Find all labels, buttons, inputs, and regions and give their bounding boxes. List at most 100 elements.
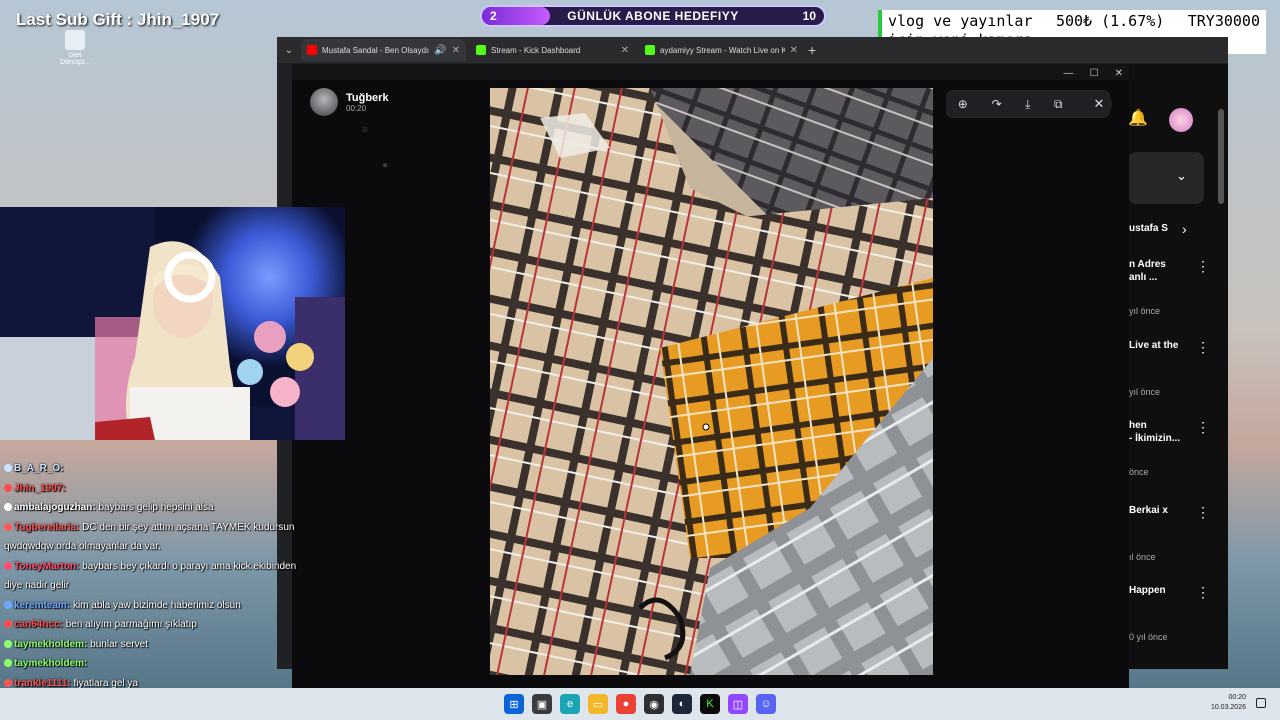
user-badge-icon <box>4 620 12 629</box>
chrome-icon[interactable]: ● <box>616 694 636 714</box>
tab-kick-stream[interactable]: aydamiyy Stream - Watch Live on Kick ✕ <box>639 39 804 61</box>
tab-kick-dashboard[interactable]: Stream - Kick Dashboard ✕ <box>470 39 635 61</box>
recycle-bin-icon[interactable]: Geri Dönüşü... <box>58 30 92 66</box>
chat-message: Jhin_1907: <box>4 479 304 499</box>
user-badge-icon <box>4 522 12 531</box>
tab-youtube[interactable]: Mustafa Sandal - Ben Olsaydım 🔊 ✕ <box>301 39 466 61</box>
collapse-panel[interactable]: ⌄ <box>1128 152 1204 204</box>
kick-icon <box>476 45 486 55</box>
author-name: Tuğberk <box>346 91 389 104</box>
minimize-icon[interactable]: — <box>1064 68 1074 79</box>
twitch-icon[interactable]: ◫ <box>728 694 748 714</box>
user-badge-icon <box>4 483 12 492</box>
close-tab-icon[interactable]: ✕ <box>790 45 798 56</box>
chat-message: B_A_R_O: <box>4 459 304 479</box>
more-icon[interactable]: ⋮ <box>1196 584 1210 601</box>
chat-text: ben alıyım parmağımı şıklatıp <box>65 619 197 630</box>
user-badge-icon <box>4 639 12 648</box>
webcam-feed <box>0 207 345 440</box>
avatar <box>310 88 338 116</box>
chat-username[interactable]: Jhin_1907: <box>14 483 66 494</box>
shirts-photo <box>490 88 933 675</box>
channel-list-ghost: ≡ <box>362 125 368 136</box>
last-sub-gift-label: Last Sub Gift : Jhin_1907 <box>16 10 220 29</box>
video-title[interactable]: Happen <box>1129 584 1166 597</box>
chat-username[interactable]: can64ncc: <box>14 619 63 630</box>
tab-label: Mustafa Sandal - Ben Olsaydım <box>322 45 430 55</box>
more-icon[interactable]: ⋮ <box>1196 258 1210 275</box>
speaker-icon[interactable]: 🔊 <box>434 45 446 56</box>
discord-icon[interactable]: ☺ <box>756 694 776 714</box>
forward-icon[interactable]: ↷ <box>991 97 1001 111</box>
chat-username[interactable]: taymekholdem: <box>14 639 87 650</box>
chat-username[interactable]: ToneyMarton: <box>14 561 79 572</box>
chat-username[interactable]: keremteam: <box>14 600 70 611</box>
webcam-image <box>0 207 345 440</box>
chat-message: taymekholdem: bunlar servet <box>4 635 304 655</box>
playlist-title[interactable]: ustafa S <box>1129 222 1168 235</box>
clock-date: 10.03.2026 <box>1210 704 1246 711</box>
desktop-icon-label: Geri Dönüşü... <box>60 52 90 66</box>
tab-search-icon[interactable]: ⌄ <box>281 45 297 56</box>
system-clock[interactable]: 00:20 10.03.2026 <box>1211 693 1246 713</box>
kick-icon <box>645 45 655 55</box>
user-badge-icon <box>4 561 12 570</box>
video-title[interactable]: Live at the <box>1129 339 1178 352</box>
chat-username[interactable]: B_A_R_O: <box>14 463 63 474</box>
chat-username[interactable]: Tugbereilaria: <box>14 522 79 533</box>
author-time: 00:20 <box>346 103 367 113</box>
windows-start-icon[interactable]: ⊞ <box>504 694 524 714</box>
video-age: ıl önce <box>1129 552 1156 562</box>
task-view-icon[interactable]: ▣ <box>532 694 552 714</box>
video-title[interactable]: hen - İkimizin... <box>1129 419 1180 445</box>
user-badge-icon <box>4 600 12 609</box>
image-author: Tuğberk 00:20 <box>310 88 389 116</box>
notification-icon[interactable] <box>1256 698 1266 708</box>
new-tab-button[interactable]: + <box>808 42 816 58</box>
chat-text: baybars gelip hepsini alsa <box>98 502 214 513</box>
donation-goal-name: vlog ve yayınlar <box>888 12 1033 30</box>
more-icon[interactable]: ⋮ <box>1196 504 1210 521</box>
open-external-icon[interactable]: ⧉ <box>1054 97 1063 112</box>
download-icon[interactable]: ⤓ <box>1025 97 1030 112</box>
edge-icon[interactable]: e <box>560 694 580 714</box>
user-badge-icon <box>4 678 12 687</box>
goal-target: 10 <box>802 9 816 23</box>
chat-message: ToneyMarton: baybars bey çıkardı o paray… <box>4 557 304 596</box>
tab-label: Stream - Kick Dashboard <box>491 45 581 55</box>
user-badge-icon <box>4 464 12 473</box>
chevron-right-icon[interactable]: › <box>1182 221 1187 237</box>
bell-icon[interactable]: 🔔 <box>1128 108 1148 128</box>
maximize-icon[interactable]: ☐ <box>1090 68 1099 79</box>
steam-icon[interactable]: ◐ <box>672 694 692 714</box>
close-viewer-icon[interactable]: ✕ <box>1086 91 1112 117</box>
chat-text: bunlar servet <box>90 638 148 650</box>
user-badge-icon <box>4 503 12 512</box>
file-explorer-icon[interactable]: ▭ <box>588 694 608 714</box>
close-tab-icon[interactable]: ✕ <box>621 45 629 56</box>
video-age: 0 yıl önce <box>1129 632 1168 642</box>
discord-window: — ☐ ✕ ≡ ● Tuğberk 00:20 ⊕ ↷ ⤓ ⧉ ✕ <box>292 64 1129 688</box>
zoom-icon[interactable]: ⊕ <box>958 97 968 111</box>
stream-chat-overlay: B_A_R_O: Jhin_1907: ambalajoguzhan: bayb… <box>4 459 304 713</box>
scrollbar[interactable] <box>1218 109 1224 204</box>
chat-username[interactable]: ambalajoguzhan: <box>14 502 96 513</box>
donation-amount: 500₺ (1.67%) <box>1055 12 1165 30</box>
more-icon[interactable]: ⋮ <box>1196 419 1210 436</box>
close-icon[interactable]: ✕ <box>1115 68 1123 79</box>
more-icon[interactable]: ⋮ <box>1196 339 1210 356</box>
video-age: önce <box>1129 467 1149 477</box>
close-tab-icon[interactable]: ✕ <box>452 45 460 56</box>
taskbar: ⊞ ▣ e ▭ ● ◉ ◐ K ◫ ☺ 00:20 10.03.2026 <box>0 688 1280 720</box>
obs-icon[interactable]: ◉ <box>644 694 664 714</box>
account-avatar[interactable] <box>1169 108 1193 132</box>
tab-label: aydamiyy Stream - Watch Live on Kick <box>660 45 785 55</box>
kick-icon[interactable]: K <box>700 694 720 714</box>
chat-username[interactable]: taymekholdem: <box>14 658 87 669</box>
chevron-down-icon: ⌄ <box>1176 168 1187 183</box>
video-title[interactable]: n Adres anlı ... <box>1129 258 1166 284</box>
chat-message: can64ncc: ben alıyım parmağımı şıklatıp <box>4 615 304 635</box>
video-title[interactable]: Berkai x <box>1129 504 1168 517</box>
chat-username[interactable]: trankle1111: <box>14 678 71 689</box>
viewed-image[interactable] <box>490 88 933 675</box>
